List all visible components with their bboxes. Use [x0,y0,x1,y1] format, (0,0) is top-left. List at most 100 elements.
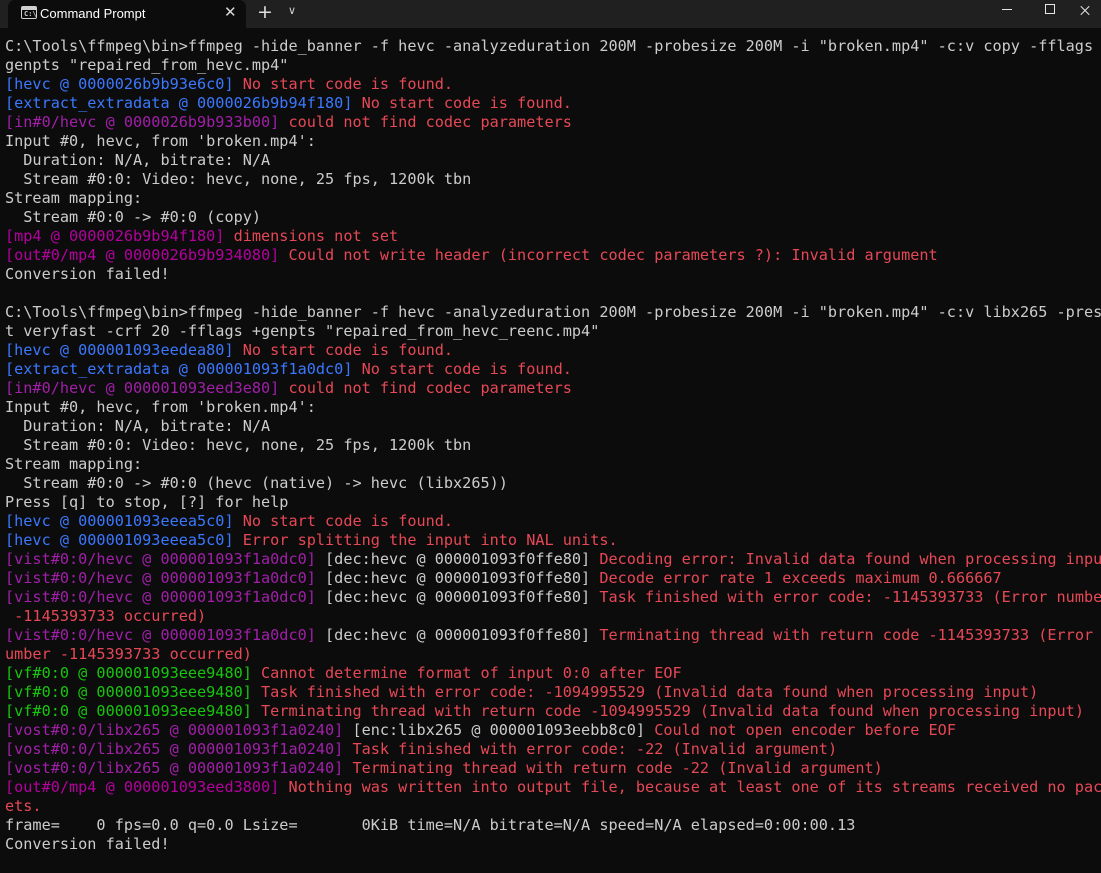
terminal-line: [hevc @ 000001093eedea80] No start code … [5,341,1101,360]
terminal-line: Conversion failed! [5,835,1101,854]
terminal-line: Stream #0:0: Video: hevc, none, 25 fps, … [5,436,1101,455]
terminal-text: Could not open encoder before EOF [654,721,956,739]
terminal-text: [dec:hevc @ 000001093f0ffe80] [325,626,600,644]
terminal-text: Terminating thread with return code -114… [599,626,1101,644]
terminal-line: [in#0/hevc @ 000001093eed3e80] could not… [5,379,1101,398]
terminal-line: [vf#0:0 @ 000001093eee9480] Cannot deter… [5,664,1101,683]
terminal-text: Stream mapping: [5,189,143,207]
terminal-line: [in#0/hevc @ 0000026b9b933b00] could not… [5,113,1101,132]
terminal-text: Press [q] to stop, [?] for help [5,493,289,511]
terminal-output[interactable]: C:\Tools\ffmpeg\bin>ffmpeg -hide_banner … [5,37,1101,854]
terminal-line: Stream #0:0: Video: hevc, none, 25 fps, … [5,170,1101,189]
terminal-line: Press [q] to stop, [?] for help [5,493,1101,512]
terminal-line: Stream #0:0 -> #0:0 (hevc (native) -> he… [5,474,1101,493]
terminal-line: genpts "repaired_from_hevc.mp4" [5,56,1101,75]
terminal-text: Task finished with error code: -11453937… [599,588,1101,606]
terminal-line: [out#0/mp4 @ 000001093eed3800] Nothing w… [5,778,1101,797]
terminal-text: Stream #0:0 -> #0:0 (copy) [5,208,262,226]
terminal-line: C:\Tools\ffmpeg\bin>ffmpeg -hide_banner … [5,303,1101,322]
minimize-icon[interactable] [984,0,1030,22]
terminal-text: [in#0/hevc @ 0000026b9b933b00] [5,113,289,131]
terminal-text: Duration: N/A, bitrate: N/A [5,151,271,169]
terminal-line: Duration: N/A, bitrate: N/A [5,417,1101,436]
terminal-line: [vist#0:0/hevc @ 000001093f1a0dc0] [dec:… [5,550,1101,569]
terminal-text: [enc:libx265 @ 000001093eebb8c0] [352,721,655,739]
terminal-text: No start code is found. [361,94,572,112]
tab-command-prompt[interactable]: C:\ Command Prompt ✕ [8,0,246,28]
terminal-icon: C:\ [21,6,37,19]
terminal-text: [vf#0:0 @ 000001093eee9480] [5,683,262,701]
terminal-text: Decode error rate 1 exceeds maximum 0.66… [599,569,1002,587]
terminal-text: C:\Tools\ffmpeg\bin>ffmpeg -hide_banner … [5,37,1101,55]
terminal-line: [vost#0:0/libx265 @ 000001093f1a0240] [e… [5,721,1101,740]
terminal-text: Nothing was written into output file, be… [288,778,1101,796]
terminal-text: [in#0/hevc @ 000001093eed3e80] [5,379,289,397]
terminal-line: t veryfast -crf 20 -fflags +genpts "repa… [5,322,1101,341]
terminal-line: [vist#0:0/hevc @ 000001093f1a0dc0] [dec:… [5,588,1101,607]
terminal-text: [extract_extradata @ 000001093f1a0dc0] [5,360,362,378]
terminal-line: Duration: N/A, bitrate: N/A [5,151,1101,170]
terminal-line: Input #0, hevc, from 'broken.mp4': [5,398,1101,417]
terminal-text: No start code is found. [242,75,454,93]
terminal-text: Stream #0:0: Video: hevc, none, 25 fps, … [5,436,472,454]
close-icon[interactable]: ✕ [224,3,237,21]
terminal-line: [vist#0:0/hevc @ 000001093f1a0dc0] [dec:… [5,626,1101,645]
terminal-text: Conversion failed! [5,835,170,853]
terminal-text: [vf#0:0 @ 000001093eee9480] [5,702,262,720]
terminal-text: Error splitting the input into NAL units… [242,531,618,549]
title-bar: C:\ Command Prompt ✕ + ∨ [0,0,1101,28]
terminal-text: could not find codec parameters [288,379,572,397]
terminal-line: C:\Tools\ffmpeg\bin>ffmpeg -hide_banner … [5,37,1101,56]
terminal-text: [extract_extradata @ 0000026b9b94f180] [5,94,362,112]
terminal-text: Task finished with error code: -22 (Inva… [352,740,838,758]
terminal-text: ets. [5,797,42,815]
terminal-line: [vost#0:0/libx265 @ 000001093f1a0240] Te… [5,759,1101,778]
terminal-text: umber -1145393733 occurred) [5,645,252,663]
terminal-line: [hevc @ 0000026b9b93e6c0] No start code … [5,75,1101,94]
terminal-line: [extract_extradata @ 000001093f1a0dc0] N… [5,360,1101,379]
maximize-icon[interactable] [1030,0,1076,22]
terminal-text: Task finished with error code: -10949955… [261,683,1039,701]
plus-icon[interactable]: + [257,1,273,23]
chevron-down-icon[interactable]: ∨ [288,4,296,17]
terminal-text: [hevc @ 0000026b9b93e6c0] [5,75,243,93]
close-window-icon[interactable] [1074,0,1101,22]
terminal-line: [hevc @ 000001093eeea5c0] No start code … [5,512,1101,531]
terminal-text: [hevc @ 000001093eeea5c0] [5,512,243,530]
terminal-text: [dec:hevc @ 000001093f0ffe80] [325,588,600,606]
terminal-text: t veryfast -crf 20 -fflags +genpts "repa… [5,322,600,340]
terminal-text: [out#0/mp4 @ 000001093eed3800] [5,778,289,796]
tab-title: Command Prompt [40,6,146,21]
terminal-text: genpts "repaired_from_hevc.mp4" [5,56,289,74]
terminal-text: No start code is found. [361,360,572,378]
terminal-text: [vist#0:0/hevc @ 000001093f1a0dc0] [5,626,326,644]
terminal-line: Stream mapping: [5,189,1101,208]
terminal-text: Cannot determine format of input 0:0 aft… [261,664,682,682]
terminal-text: Could not write header (incorrect codec … [288,246,938,264]
terminal-line: [vf#0:0 @ 000001093eee9480] Task finishe… [5,683,1101,702]
terminal-text: Duration: N/A, bitrate: N/A [5,417,271,435]
terminal-text: [mp4 @ 0000026b9b94f180] [5,227,234,245]
terminal-line: umber -1145393733 occurred) [5,645,1101,664]
terminal-text: Conversion failed! [5,265,170,283]
terminal-text: frame= 0 fps=0.0 q=0.0 Lsize= 0KiB time=… [5,816,856,834]
terminal-text: [dec:hevc @ 000001093f0ffe80] [325,550,600,568]
terminal-text: could not find codec parameters [288,113,572,131]
terminal-text: Stream mapping: [5,455,143,473]
terminal-text: No start code is found. [242,341,454,359]
terminal-text: Terminating thread with return code -109… [261,702,1084,720]
terminal-line: [extract_extradata @ 0000026b9b94f180] N… [5,94,1101,113]
terminal-text: -1145393733 occurred) [5,607,207,625]
terminal-text: [out#0/mp4 @ 0000026b9b934080] [5,246,289,264]
terminal-line: -1145393733 occurred) [5,607,1101,626]
terminal-text: [vost#0:0/libx265 @ 000001093f1a0240] [5,759,353,777]
terminal-text: Input #0, hevc, from 'broken.mp4': [5,398,316,416]
terminal-line: Conversion failed! [5,265,1101,284]
terminal-line: [hevc @ 000001093eeea5c0] Error splittin… [5,531,1101,550]
terminal-line: [vost#0:0/libx265 @ 000001093f1a0240] Ta… [5,740,1101,759]
terminal-line: [vist#0:0/hevc @ 000001093f1a0dc0] [dec:… [5,569,1101,588]
terminal-line: frame= 0 fps=0.0 q=0.0 Lsize= 0KiB time=… [5,816,1101,835]
terminal-text: dimensions not set [233,227,399,245]
terminal-line: [mp4 @ 0000026b9b94f180] dimensions not … [5,227,1101,246]
terminal-line: [out#0/mp4 @ 0000026b9b934080] Could not… [5,246,1101,265]
